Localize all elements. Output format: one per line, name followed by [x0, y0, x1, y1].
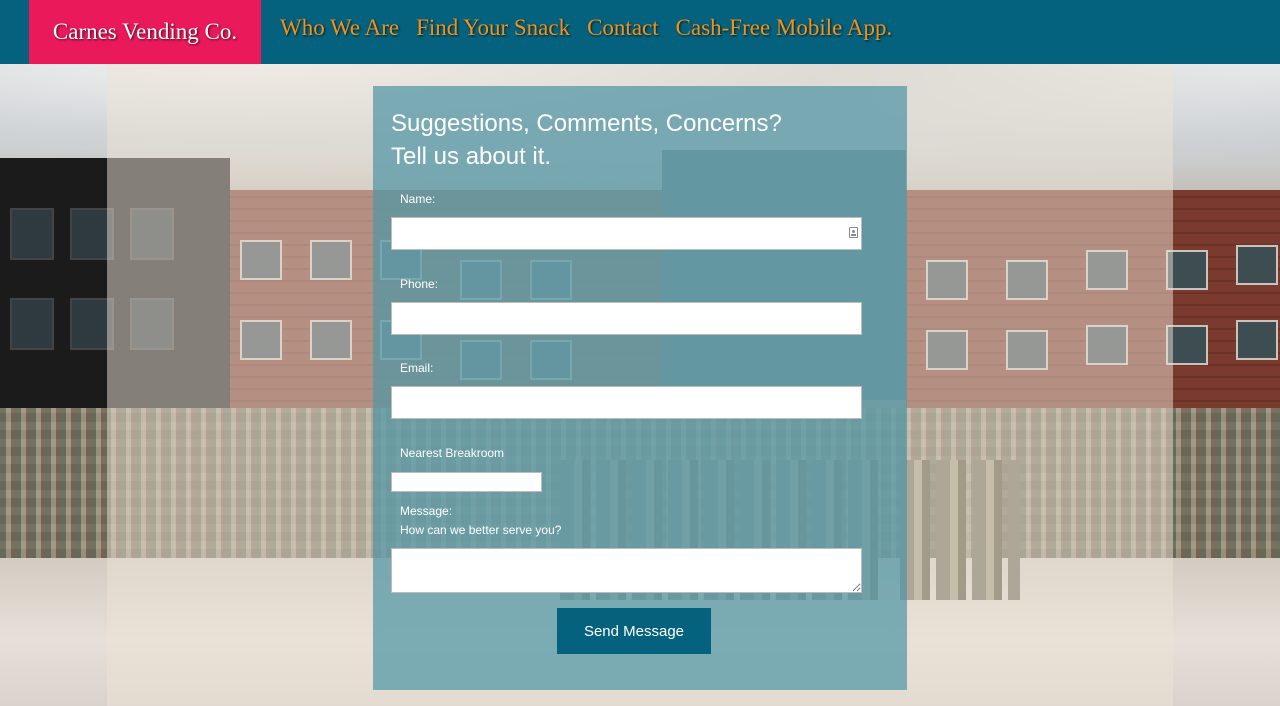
nav-link-contact[interactable]: Contact — [587, 15, 659, 41]
name-label: Name: — [400, 192, 436, 206]
form-heading-line-1: Suggestions, Comments, Concerns? — [391, 110, 782, 137]
brand-logo-link[interactable]: Carnes Vending Co. — [29, 0, 261, 64]
form-heading: Suggestions, Comments, Concerns? Tell us… — [391, 107, 782, 173]
contact-form-panel: Suggestions, Comments, Concerns? Tell us… — [373, 86, 907, 690]
name-input[interactable] — [391, 217, 862, 250]
email-label: Email: — [400, 361, 434, 375]
top-navbar: Carnes Vending Co. Who We Are Find Your … — [0, 0, 1280, 64]
message-label: Message: — [400, 504, 453, 518]
phone-input[interactable] — [391, 302, 862, 335]
message-hint: How can we better serve you? — [400, 523, 562, 537]
main-nav: Who We Are Find Your Snack Contact Cash-… — [280, 0, 909, 56]
nav-link-find-your-snack[interactable]: Find Your Snack — [416, 15, 570, 41]
breakroom-label: Nearest Breakroom — [400, 446, 505, 460]
send-message-button[interactable]: Send Message — [557, 608, 711, 654]
form-heading-line-2: Tell us about it. — [391, 143, 552, 170]
contact-card-icon[interactable] — [849, 227, 858, 238]
message-textarea[interactable] — [391, 548, 862, 593]
phone-label: Phone: — [400, 277, 439, 291]
nav-link-cash-free-mobile-app[interactable]: Cash-Free Mobile App. — [676, 15, 893, 41]
nav-link-who-we-are[interactable]: Who We Are — [280, 15, 399, 41]
email-input[interactable] — [391, 386, 862, 419]
breakroom-select[interactable] — [391, 472, 542, 492]
